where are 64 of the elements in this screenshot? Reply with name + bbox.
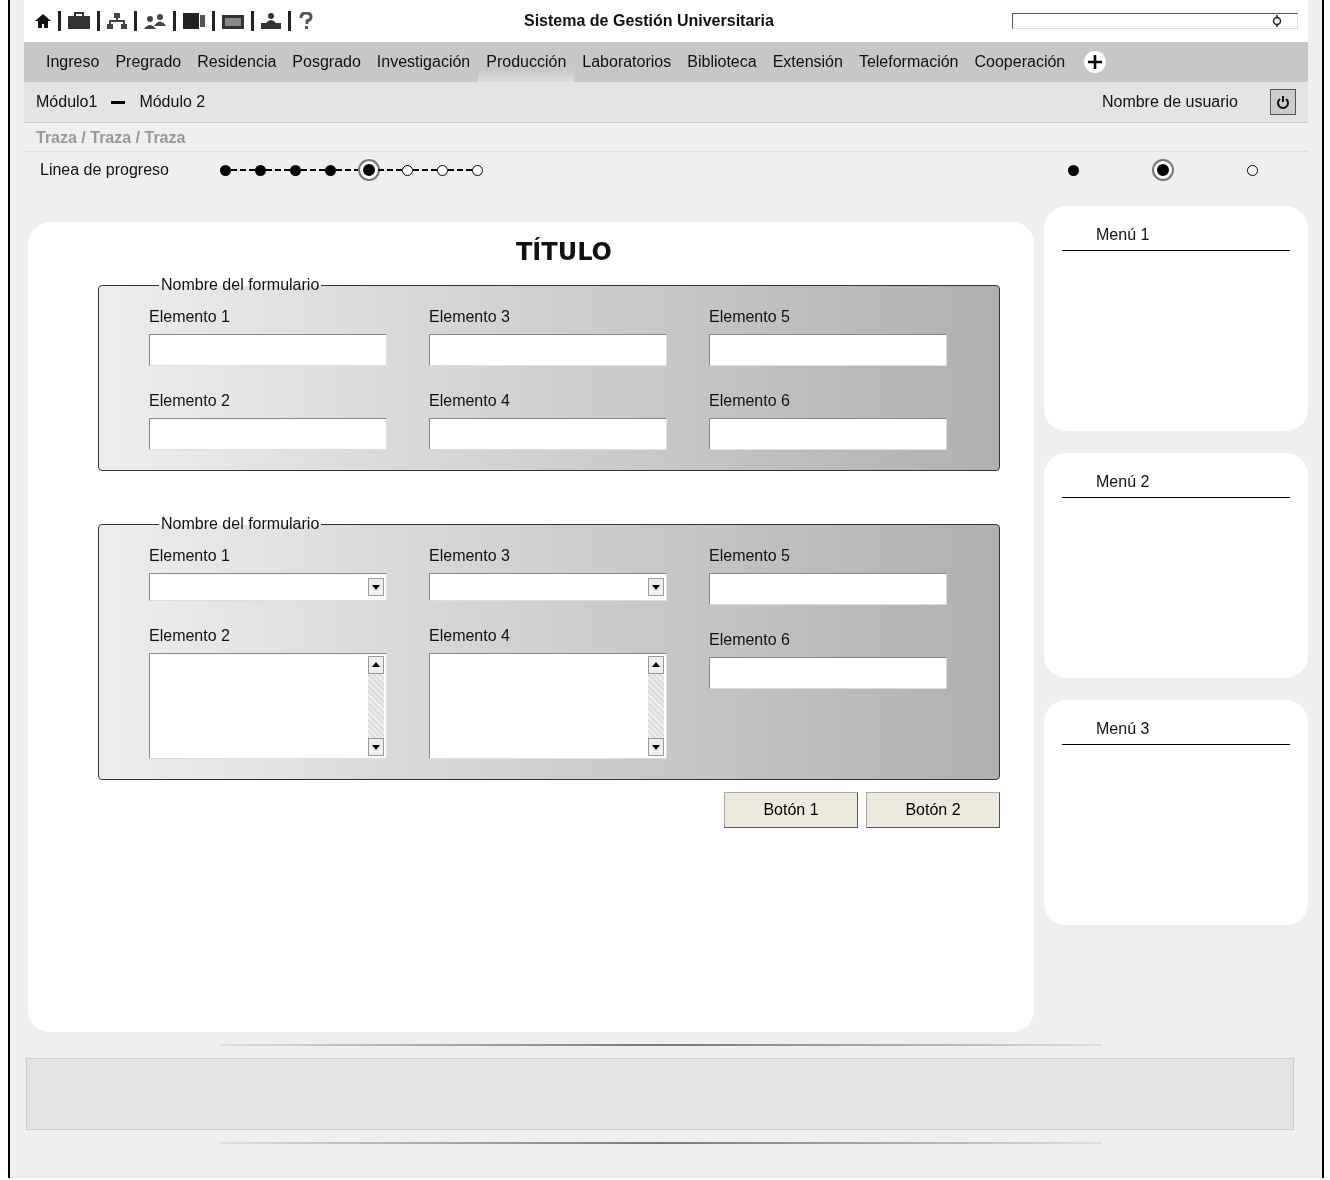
people-icon[interactable] — [143, 12, 167, 30]
breadcrumb: Traza / Traza / Traza — [35, 128, 187, 148]
progress-label: Linea de progreso — [40, 161, 170, 179]
nav-tab[interactable]: Cooperación — [966, 42, 1074, 82]
nav-tab[interactable]: Ingreso — [38, 42, 108, 82]
add-icon[interactable] — [1083, 50, 1108, 74]
field-label: Elemento 6 — [709, 631, 791, 649]
scroll-up-icon[interactable] — [368, 656, 384, 674]
menu-title: Menú 2 — [1062, 473, 1290, 498]
nav-tab[interactable]: Laboratorios — [574, 42, 680, 82]
user-name: Nombre de usuario — [1101, 93, 1238, 111]
input-field[interactable] — [709, 334, 947, 366]
app-title: Sistema de Gestión Universitaria — [524, 12, 775, 30]
desk-person-icon[interactable] — [260, 12, 282, 30]
module-link[interactable]: Módulo 2 — [139, 93, 206, 111]
field-label: Elemento 1 — [149, 308, 231, 326]
form-button[interactable]: Botón 2 — [866, 792, 1000, 828]
input-field[interactable] — [709, 418, 947, 450]
field-label: Elemento 3 — [429, 547, 511, 565]
form-name: Nombre del formulario — [160, 515, 321, 533]
scroll-down-icon[interactable] — [648, 738, 664, 756]
menu-title: Menú 1 — [1062, 226, 1290, 251]
field-label: Elemento 3 — [429, 308, 511, 326]
field-label: Elemento 2 — [149, 392, 231, 410]
separator-icon — [111, 100, 126, 104]
hierarchy-icon[interactable] — [106, 12, 128, 30]
nav-tab[interactable]: Extensión — [764, 42, 851, 82]
search-icon[interactable] — [1271, 15, 1283, 27]
field-label: Elemento 4 — [429, 392, 511, 410]
nav-tab[interactable]: Investigación — [368, 42, 479, 82]
field-label: Elemento 4 — [429, 627, 511, 645]
nav-tab[interactable]: Biblioteca — [679, 42, 765, 82]
field-label: Elemento 5 — [709, 308, 791, 326]
input-field[interactable] — [429, 334, 667, 366]
menu-title: Menú 3 — [1062, 720, 1290, 745]
field-label: Elemento 2 — [149, 627, 231, 645]
field-label: Elemento 5 — [709, 547, 791, 565]
scroll-up-icon[interactable] — [648, 656, 664, 674]
power-icon — [1276, 95, 1290, 109]
search-field[interactable] — [1012, 13, 1298, 29]
home-icon[interactable] — [34, 13, 52, 29]
nav-tab[interactable]: Pregrado — [107, 42, 190, 82]
server-icon[interactable] — [182, 12, 206, 30]
scroll-down-icon[interactable] — [368, 738, 384, 756]
case-icon[interactable] — [221, 12, 245, 30]
field-label: Elemento 6 — [709, 392, 791, 410]
help-icon[interactable] — [297, 12, 315, 30]
module-link[interactable]: Módulo1 — [36, 93, 98, 111]
input-field[interactable] — [149, 418, 387, 450]
nav-tab[interactable]: Residencia — [189, 42, 285, 82]
power-button[interactable] — [1270, 89, 1296, 115]
input-field[interactable] — [709, 657, 947, 689]
input-field[interactable] — [709, 573, 947, 605]
form-button[interactable]: Botón 1 — [724, 792, 858, 828]
nav-tab[interactable]: Teleformación — [850, 42, 967, 82]
briefcase-icon[interactable] — [67, 12, 91, 30]
nav-tab[interactable]: Posgrado — [284, 42, 369, 82]
page-title: TÍTULO — [515, 238, 613, 266]
scrollbar[interactable] — [368, 656, 384, 756]
input-field[interactable] — [149, 334, 387, 366]
form-name: Nombre del formulario — [160, 276, 321, 294]
scrollbar[interactable] — [648, 656, 664, 756]
field-label: Elemento 1 — [149, 547, 231, 565]
input-field[interactable] — [429, 418, 667, 450]
